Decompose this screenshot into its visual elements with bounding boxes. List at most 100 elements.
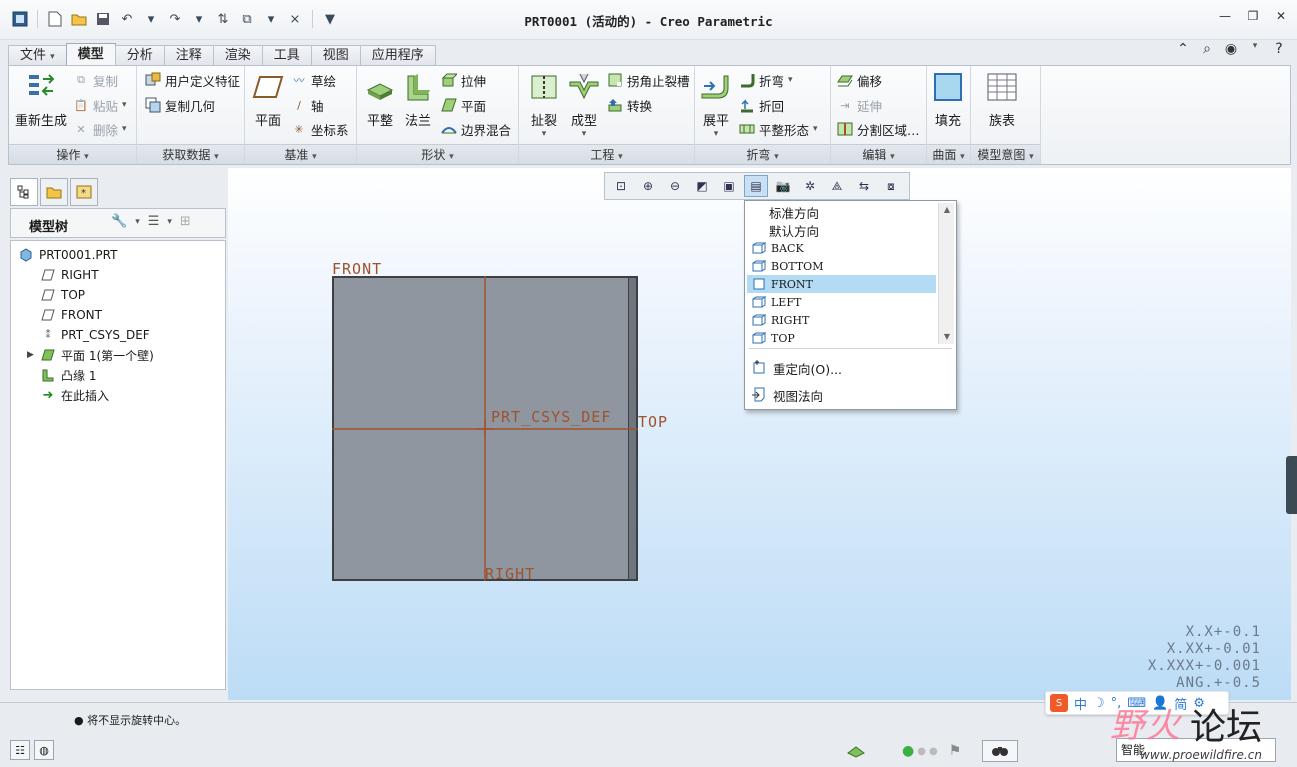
folder-browser-tab-icon[interactable]: [40, 178, 68, 206]
favorites-tab-icon[interactable]: *: [70, 178, 98, 206]
tree-item-top[interactable]: TOP: [41, 285, 85, 305]
community-dropdown-icon[interactable]: ▾: [1247, 41, 1263, 57]
close-icon[interactable]: ✕: [1273, 8, 1289, 24]
tree-item-front[interactable]: FRONT: [41, 305, 102, 325]
udf-button[interactable]: 用户定义特征: [145, 70, 240, 90]
minimize-icon[interactable]: —: [1217, 8, 1233, 24]
zoom-out-icon[interactable]: ⊖: [663, 175, 687, 197]
view-normal-menu-item[interactable]: 视图法向: [751, 383, 823, 407]
regen-status-icon[interactable]: [846, 740, 866, 762]
group-label-get-data[interactable]: 获取数据 ▾: [137, 144, 244, 164]
help-icon[interactable]: ?: [1271, 41, 1287, 57]
group-label-model-intent[interactable]: 模型意图 ▾: [971, 144, 1040, 164]
search-icon[interactable]: ⌕: [1199, 41, 1215, 57]
ime-logo-icon[interactable]: S: [1050, 694, 1068, 712]
show-icon[interactable]: ☰: [148, 214, 160, 229]
menu-item-view-back[interactable]: BACK: [747, 239, 936, 257]
tree-item-part[interactable]: PRT0001.PRT: [19, 245, 117, 265]
flange-button[interactable]: 法兰: [401, 70, 435, 129]
boundary-blend-button[interactable]: 边界混合: [441, 119, 511, 139]
datum-label-right[interactable]: RIGHT: [485, 565, 535, 583]
group-label-datum[interactable]: 基准 ▾: [245, 144, 356, 164]
flag-icon[interactable]: ⚑: [949, 743, 962, 759]
orientation-list-scrollbar[interactable]: ▲ ▼: [938, 203, 954, 344]
tree-filter-icon[interactable]: ⊞: [180, 214, 191, 229]
menu-item-view-front[interactable]: FRONT: [747, 275, 936, 293]
flat-wall-button[interactable]: 平整: [363, 70, 397, 129]
menu-item-default-orientation[interactable]: 默认方向: [747, 221, 936, 239]
scroll-up-icon[interactable]: ▲: [939, 203, 955, 217]
tree-settings-dropdown-icon[interactable]: ▾: [135, 217, 140, 227]
copy-geometry-button[interactable]: 复制几何: [145, 95, 215, 115]
split-area-button[interactable]: 分割区域…: [837, 119, 920, 139]
zoom-in-icon[interactable]: ⊕: [636, 175, 660, 197]
reorient-menu-item[interactable]: 重定向(O)...: [751, 356, 842, 380]
bend-back-button[interactable]: 折回: [739, 95, 784, 115]
tab-analysis[interactable]: 分析: [114, 45, 165, 65]
datum-plane-button[interactable]: 平面: [251, 70, 285, 129]
menu-item-view-right[interactable]: RIGHT: [747, 311, 936, 329]
datum-display-filters-icon[interactable]: ✲: [798, 175, 822, 197]
group-label-bend[interactable]: 折弯 ▾: [695, 144, 830, 164]
copy-button[interactable]: ⧉ 复制: [73, 70, 118, 90]
display-style-icon[interactable]: ▣: [717, 175, 741, 197]
appearance-gallery-icon[interactable]: ⧇: [879, 175, 903, 197]
toggle-navigator-icon[interactable]: ☷: [10, 740, 30, 760]
delete-button[interactable]: ✕ 删除 ▾: [73, 119, 126, 139]
regenerate-button[interactable]: 重新生成: [15, 70, 67, 129]
menu-item-view-left[interactable]: LEFT: [747, 293, 936, 311]
expand-arrow-icon[interactable]: ▶: [27, 350, 34, 360]
tab-applications[interactable]: 应用程序: [359, 45, 436, 65]
family-table-button[interactable]: 族表: [985, 70, 1019, 129]
annotation-display-icon[interactable]: ⇆: [852, 175, 876, 197]
paste-button[interactable]: 📋 粘贴 ▾: [73, 95, 126, 115]
group-label-shape[interactable]: 形状 ▾: [357, 144, 518, 164]
extend-button[interactable]: ⇥ 延伸: [837, 95, 882, 115]
show-dropdown-icon[interactable]: ▾: [167, 217, 172, 227]
datum-label-front[interactable]: FRONT: [332, 260, 382, 278]
csys-button[interactable]: ✳ 坐标系: [291, 119, 348, 139]
ime-mode[interactable]: 中: [1074, 694, 1087, 713]
menu-item-view-top[interactable]: TOP: [747, 329, 936, 347]
tab-render[interactable]: 渲染: [212, 45, 263, 65]
tab-tools[interactable]: 工具: [261, 45, 312, 65]
tree-item-csys[interactable]: ⁑ PRT_CSYS_DEF: [41, 325, 150, 345]
shape-plane-button[interactable]: 平面: [441, 95, 486, 115]
group-label-engineering[interactable]: 工程 ▾: [519, 144, 694, 164]
group-label-edit[interactable]: 编辑 ▾: [831, 144, 926, 164]
tree-item-flange[interactable]: 凸缘 1: [41, 365, 96, 385]
community-icon[interactable]: ◉: [1223, 41, 1239, 57]
find-icon[interactable]: [982, 740, 1018, 762]
minimize-ribbon-icon[interactable]: ⌃: [1175, 41, 1191, 57]
tab-file[interactable]: 文件 ▾: [8, 45, 67, 65]
menu-item-standard-orientation[interactable]: 标准方向: [747, 203, 936, 221]
sketch-button[interactable]: 〰草绘: [291, 70, 337, 90]
datum-label-top[interactable]: TOP: [638, 413, 668, 431]
side-panel-grip[interactable]: [1286, 456, 1297, 514]
spin-center-icon[interactable]: ⟁: [825, 175, 849, 197]
convert-button[interactable]: 转换: [607, 95, 652, 115]
tab-annotate[interactable]: 注释: [163, 45, 214, 65]
refit-icon[interactable]: ⊡: [609, 175, 633, 197]
model-tree-tab-icon[interactable]: [10, 178, 38, 206]
bend-button[interactable]: 折弯 ▾: [739, 70, 793, 90]
corner-relief-button[interactable]: 拐角止裂槽: [607, 70, 690, 90]
tab-view[interactable]: 视图: [310, 45, 361, 65]
repaint-icon[interactable]: ◩: [690, 175, 714, 197]
group-label-operations[interactable]: 操作 ▾: [9, 144, 136, 164]
tree-item-flat-wall[interactable]: ▶ 平面 1(第一个壁): [27, 345, 154, 365]
group-label-surface[interactable]: 曲面 ▾: [927, 144, 970, 164]
axis-button[interactable]: / 轴: [291, 95, 323, 115]
rip-button[interactable]: 扯裂 ▾: [527, 70, 561, 139]
tab-model[interactable]: 模型: [65, 43, 116, 65]
flat-state-button[interactable]: 平整形态 ▾: [739, 119, 818, 139]
view-manager-icon[interactable]: 📷: [771, 175, 795, 197]
toggle-browser-icon[interactable]: ◍: [34, 740, 54, 760]
extrude-button[interactable]: 拉伸: [441, 70, 486, 90]
tree-settings-icon[interactable]: 🔧: [111, 214, 127, 229]
sheetmetal-model[interactable]: [332, 276, 638, 581]
saved-orientations-icon[interactable]: ▤: [744, 175, 768, 197]
fill-button[interactable]: 填充: [931, 70, 965, 129]
offset-button[interactable]: 偏移: [837, 70, 882, 90]
maximize-icon[interactable]: ❐: [1245, 8, 1261, 24]
